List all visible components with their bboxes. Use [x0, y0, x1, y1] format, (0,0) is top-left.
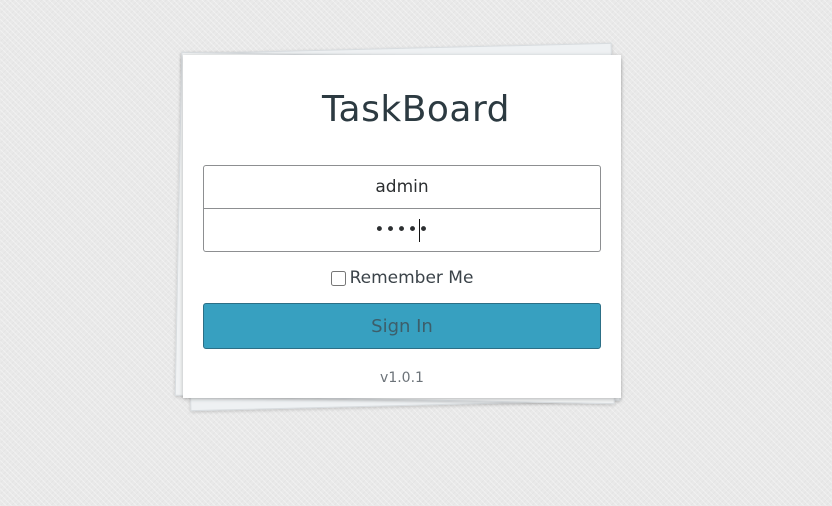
password-input[interactable] [203, 209, 601, 252]
remember-me-option[interactable]: Remember Me [203, 266, 601, 290]
app-title: TaskBoard [322, 89, 510, 130]
text-caret [419, 219, 420, 242]
version-label: v1.0.1 [380, 370, 424, 386]
password-field-wrapper [203, 209, 601, 252]
login-form [203, 165, 601, 252]
remember-me-checkbox[interactable] [330, 270, 346, 286]
remember-me-label: Remember Me [349, 268, 474, 288]
sign-in-button[interactable]: Sign In [203, 303, 601, 349]
username-input[interactable] [203, 165, 601, 209]
